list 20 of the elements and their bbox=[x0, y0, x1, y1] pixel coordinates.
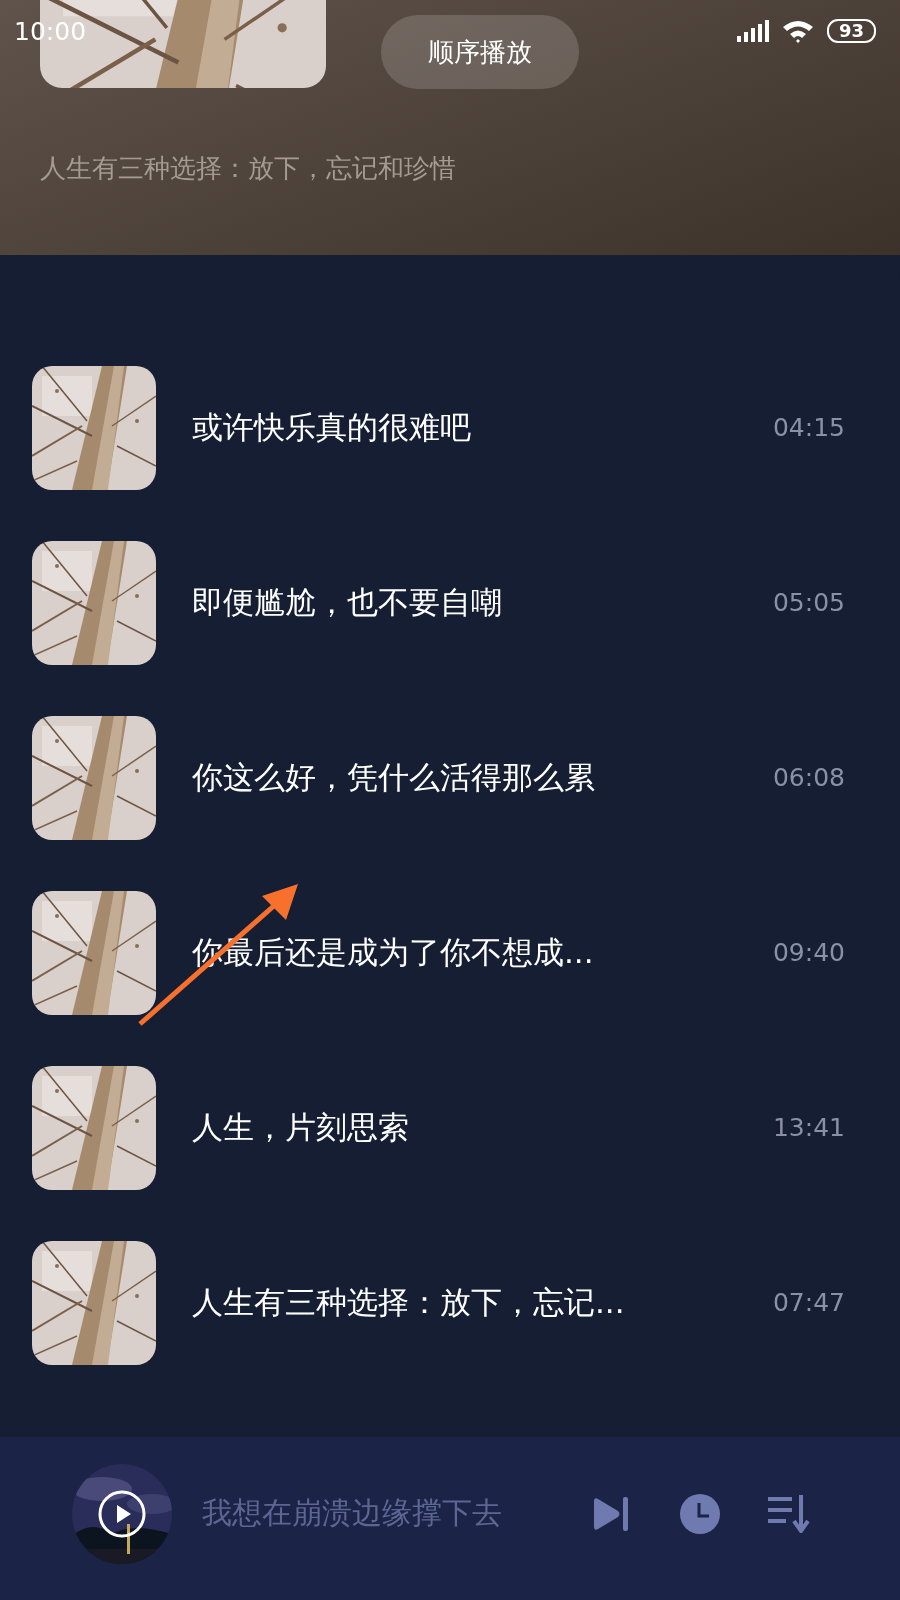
song-duration: 07:47 bbox=[772, 1288, 845, 1317]
song-duration: 06:08 bbox=[772, 763, 845, 792]
playlist-description: 人生有三种选择：放下，忘记和珍惜 bbox=[40, 152, 457, 185]
skip-next-icon[interactable] bbox=[592, 1496, 630, 1531]
song-duration: 13:41 bbox=[772, 1113, 845, 1142]
song-title[interactable]: 人生，片刻思索 bbox=[192, 1106, 773, 1149]
song-duration: 04:15 bbox=[772, 413, 845, 442]
now-playing-title: 我想在崩溃边缘撑下去 bbox=[202, 1494, 503, 1532]
song-title[interactable]: 即便尴尬，也不要自嘲 bbox=[192, 581, 773, 624]
signal-icon bbox=[736, 20, 769, 42]
clock-icon[interactable] bbox=[680, 1493, 720, 1534]
play-icon[interactable] bbox=[97, 1488, 147, 1539]
song-title[interactable]: 人生有三种选择：放下，忘记... bbox=[192, 1281, 773, 1324]
song-duration: 09:40 bbox=[772, 938, 845, 967]
song-title[interactable]: 你这么好，凭什么活得那么累 bbox=[192, 756, 773, 799]
song-duration: 05:05 bbox=[772, 588, 845, 617]
playlist-icon[interactable] bbox=[768, 1494, 810, 1533]
play-mode-button[interactable]: 顺序播放 bbox=[381, 15, 579, 89]
battery-indicator: 93 bbox=[826, 19, 876, 43]
song-title[interactable]: 或许快乐真的很难吧 bbox=[192, 406, 773, 449]
